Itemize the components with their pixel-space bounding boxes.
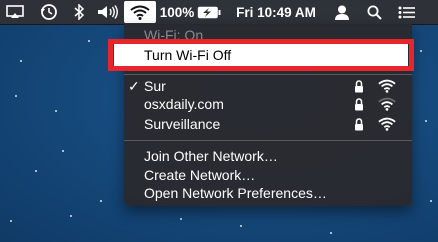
- create-network-item[interactable]: Create Network…: [124, 165, 412, 185]
- star: [55, 110, 57, 112]
- highlight-annotation-box: [108, 39, 414, 71]
- wifi-signal-icon: [378, 79, 396, 93]
- join-other-network-item[interactable]: Join Other Network…: [124, 146, 412, 166]
- star: [15, 95, 17, 97]
- star: [70, 215, 72, 217]
- network-item-surveillance[interactable]: Surveillance: [124, 114, 412, 134]
- wifi-icon[interactable]: [124, 1, 156, 23]
- star: [62, 150, 64, 152]
- wifi-signal-icon: [378, 117, 396, 131]
- menu-bar: 100% Fri 10:49 AM: [0, 0, 438, 25]
- network-item-sur[interactable]: ✓ Sur: [124, 76, 412, 96]
- star: [425, 120, 427, 122]
- airplay-icon[interactable]: [4, 0, 26, 24]
- lock-icon: [355, 98, 363, 111]
- menu-separator: [124, 74, 412, 75]
- notification-center-icon[interactable]: [396, 0, 418, 24]
- star: [20, 60, 22, 62]
- network-item-osxdaily[interactable]: osxdaily.com: [124, 94, 412, 114]
- star: [10, 220, 12, 222]
- star: [88, 40, 90, 42]
- star: [420, 50, 422, 52]
- bluetooth-icon[interactable]: [71, 0, 87, 24]
- star: [180, 218, 182, 220]
- battery-percent: 100%: [159, 4, 195, 20]
- wifi-signal-icon: [378, 97, 396, 111]
- star: [330, 232, 332, 234]
- time-machine-icon[interactable]: [38, 0, 60, 24]
- open-network-preferences-item[interactable]: Open Network Preferences…: [124, 183, 412, 203]
- lock-icon: [355, 80, 363, 93]
- star: [240, 225, 242, 227]
- lock-icon: [355, 118, 363, 131]
- battery-charging-icon[interactable]: [195, 0, 223, 24]
- menu-separator: [124, 140, 412, 141]
- clock[interactable]: Fri 10:49 AM: [228, 0, 324, 24]
- star: [430, 200, 432, 202]
- user-icon[interactable]: [332, 0, 352, 24]
- volume-icon[interactable]: [95, 0, 121, 24]
- spotlight-icon[interactable]: [364, 0, 384, 24]
- star: [100, 200, 102, 202]
- star: [35, 170, 37, 172]
- checkmark-icon: ✓: [128, 77, 140, 94]
